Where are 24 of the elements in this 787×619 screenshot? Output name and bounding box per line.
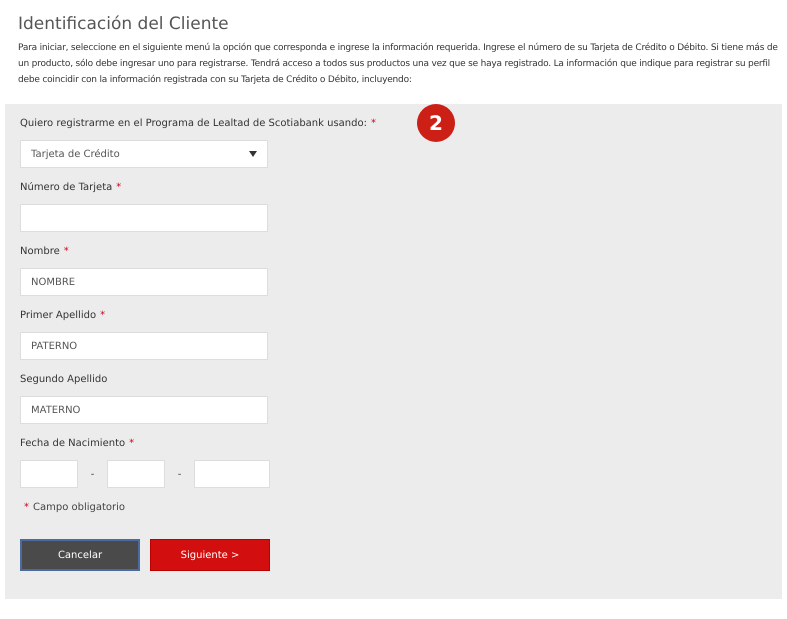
- input-field[interactable]: MATERNO: [20, 396, 268, 424]
- page-title: Identificación del Cliente: [18, 14, 230, 34]
- field-label: Primer Apellido *: [20, 310, 106, 323]
- field-label: Nombre *: [20, 246, 69, 259]
- date-separator: -: [176, 468, 182, 480]
- field-label: Fecha de Nacimiento *: [20, 438, 134, 451]
- intro-text: Para iniciar, seleccione en el siguiente menú la opción que corresponda e ingrese la información requerida. Ingrese el número de su Tarjeta de Crédito o Débito. Si tiene más de un producto, sólo debe ingresar uno para registrarse. Tendrá acceso a todos sus productos una vez que se haya registrado. La información que indique para registrar su perfil debe coincidir con la información registrada con su Tarjeta de Crédito o Débito, incluyendo:: [18, 42, 778, 87]
- input-field[interactable]: PATERNO: [20, 332, 268, 360]
- field-label: Número de Tarjeta *: [20, 182, 122, 195]
- input-field[interactable]: [20, 460, 78, 488]
- cancel-button[interactable]: Cancelar: [20, 539, 140, 571]
- required-mark: *: [24, 502, 29, 513]
- select-field[interactable]: Tarjeta de Crédito: [20, 140, 268, 168]
- required-note: Campo obligatorio: [33, 502, 126, 513]
- input-field[interactable]: [194, 460, 270, 488]
- next-button[interactable]: Siguiente >: [150, 539, 270, 571]
- field-label: Segundo Apellido: [20, 374, 108, 387]
- caret-icon: [249, 151, 257, 157]
- step-badge: 2: [417, 104, 455, 142]
- input-field[interactable]: [20, 204, 268, 232]
- input-field[interactable]: [107, 460, 165, 488]
- date-separator: -: [90, 468, 96, 480]
- field-label: Quiero registrarme en el Programa de Lealtad de Scotiabank usando: *: [20, 118, 376, 131]
- input-field[interactable]: NOMBRE: [20, 268, 268, 296]
